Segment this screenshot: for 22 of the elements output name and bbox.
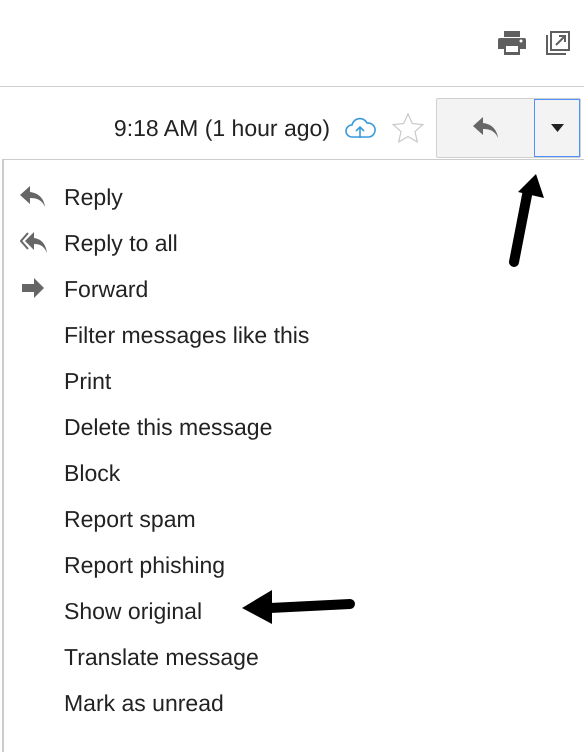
print-icon[interactable] bbox=[498, 31, 526, 55]
menu-item[interactable]: Report phishing bbox=[4, 542, 584, 588]
menu-item[interactable]: Delete this message bbox=[4, 404, 584, 450]
menu-item[interactable]: Print bbox=[4, 358, 584, 404]
menu-item[interactable]: Mark as unread bbox=[4, 680, 584, 726]
star-icon[interactable] bbox=[392, 113, 424, 143]
caret-icon bbox=[550, 124, 564, 132]
menu-item[interactable]: Report spam bbox=[4, 496, 584, 542]
more-dropdown-button[interactable] bbox=[534, 99, 580, 157]
menu-item[interactable]: Translate message bbox=[4, 634, 584, 680]
menu-item[interactable]: Block bbox=[4, 450, 584, 496]
menu-item[interactable]: Forward bbox=[4, 266, 584, 312]
menu-item[interactable]: Show original bbox=[4, 588, 584, 634]
timestamp: 9:18 AM (1 hour ago) bbox=[114, 114, 330, 143]
menu-item[interactable]: Filter messages like this bbox=[4, 312, 584, 358]
menu-item[interactable]: Reply bbox=[4, 174, 584, 220]
reply-icon bbox=[20, 186, 48, 208]
reply-icon bbox=[472, 117, 498, 139]
popout-icon[interactable] bbox=[546, 31, 570, 55]
reply-all-icon bbox=[20, 232, 48, 254]
cloud-upload-icon[interactable] bbox=[344, 117, 376, 139]
menu-item[interactable]: Reply to all bbox=[4, 220, 584, 266]
